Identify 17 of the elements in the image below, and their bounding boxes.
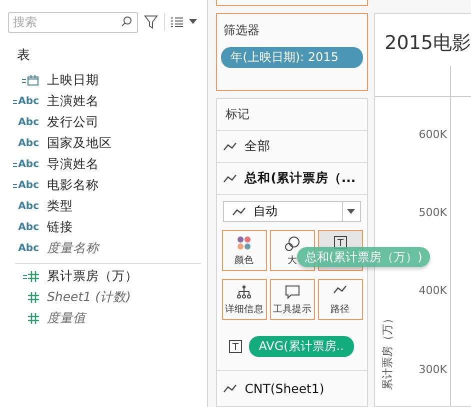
card-title: 标记 (224, 106, 250, 123)
field-type-label: Abc (18, 159, 39, 170)
axis-title: 累计票房（万） (380, 313, 395, 390)
chart-title: 2015电影 (384, 31, 471, 56)
axis-tick-label: 600K (418, 128, 447, 141)
field-type-label: Abc (18, 201, 39, 212)
field-type-label: Abc (18, 243, 39, 254)
field-type-label: Abc (18, 180, 39, 191)
axis-tick-label: 400K (418, 284, 447, 297)
card-title: 筛选器 (222, 22, 261, 39)
field-type-label: Abc (18, 96, 39, 107)
field-type-label: Abc (18, 117, 39, 128)
field-type-label: Abc (18, 138, 39, 149)
axis-tick-label: 300K (418, 363, 447, 376)
field-type-label: Abc (18, 222, 39, 233)
section-heading: 表 (17, 47, 31, 64)
axis-tick-label: 500K (418, 206, 447, 219)
